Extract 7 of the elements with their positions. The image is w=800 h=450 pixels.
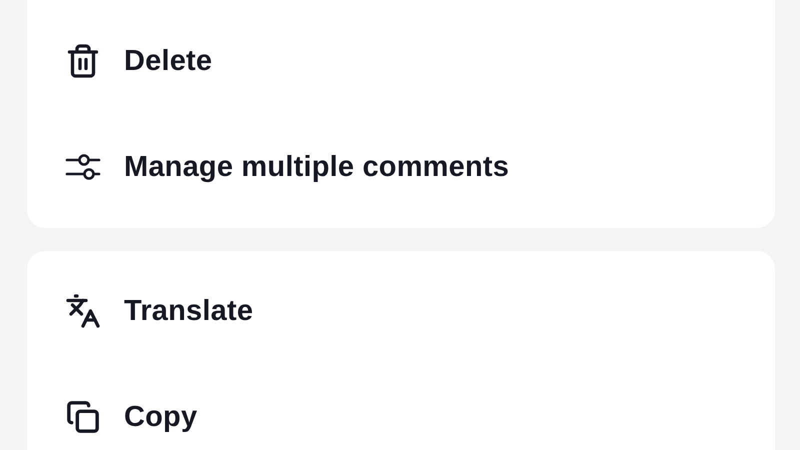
menu-item[interactable]: Delete — [27, 8, 775, 114]
translate-icon — [65, 293, 101, 329]
menu-item[interactable]: Copy — [27, 364, 775, 450]
menu-item[interactable]: Translate — [27, 258, 775, 364]
copy-icon — [66, 400, 100, 434]
menu-item[interactable]: Manage multiple comments — [27, 114, 775, 220]
trash-icon — [65, 43, 101, 79]
